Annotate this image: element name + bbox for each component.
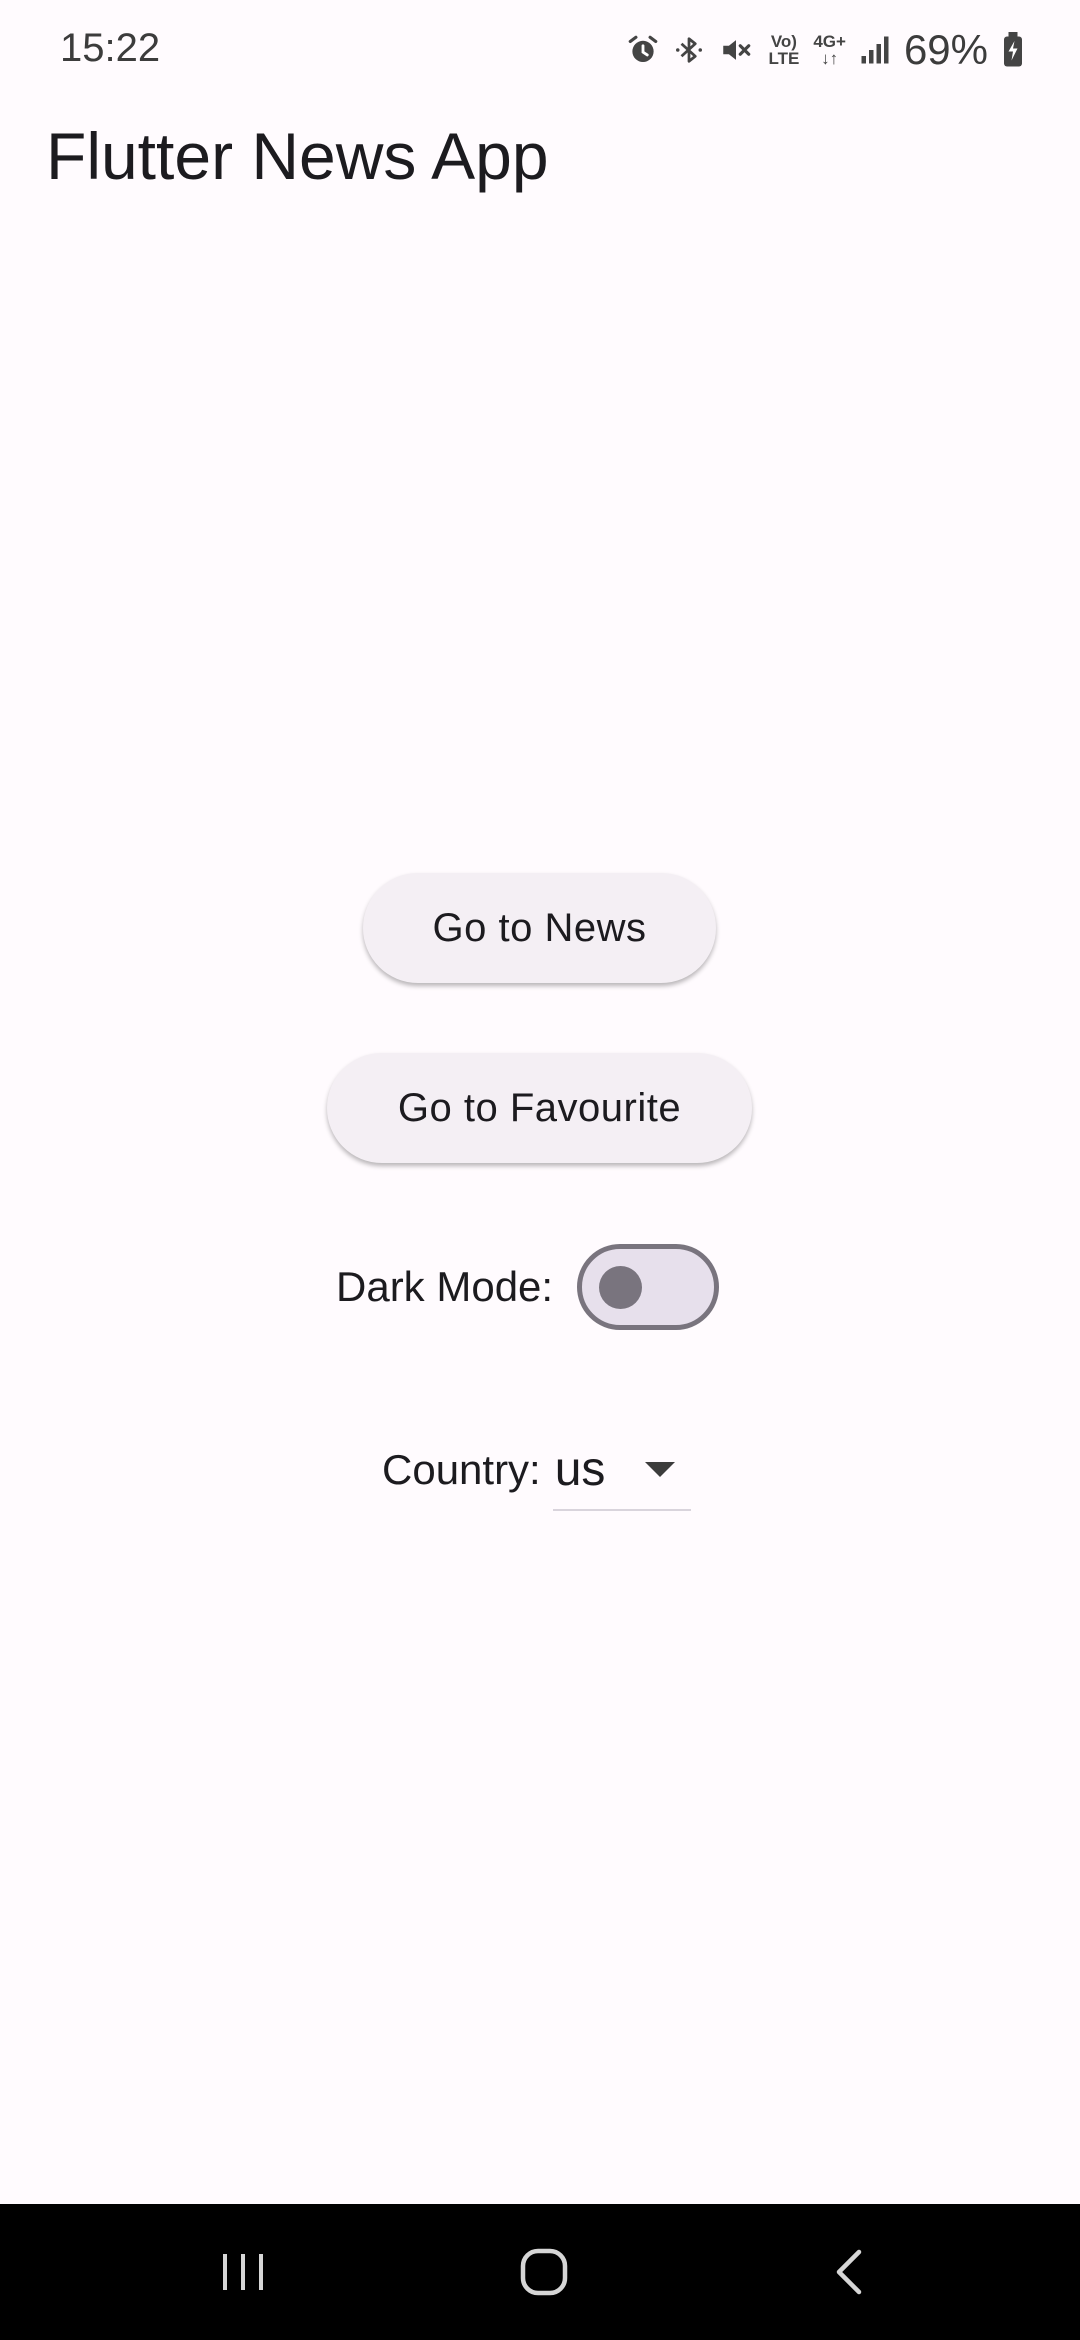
volte-icon: Vo) LTE [768, 32, 800, 68]
country-value: us [554, 1442, 606, 1496]
battery-charging-icon [1002, 32, 1024, 68]
battery-percent: 69% [903, 26, 988, 73]
recent-apps-icon [223, 2254, 263, 2290]
home-icon [520, 2248, 568, 2296]
back-icon [836, 2249, 862, 2295]
dark-mode-switch[interactable] [577, 1244, 720, 1330]
go-to-news-button[interactable]: Go to News [363, 873, 716, 983]
dropdown-arrow-icon [644, 1462, 675, 1477]
recent-apps-button[interactable] [163, 2204, 323, 2340]
status-bar: 15:22 Vo) LTE 4G+ ↓↑ 69% [0, 0, 1080, 100]
app-title: Flutter News App [46, 119, 549, 193]
dark-mode-row: Dark Mode: [336, 1240, 720, 1334]
alarm-icon [626, 33, 660, 67]
status-icons: Vo) LTE 4G+ ↓↑ 69% [626, 22, 1024, 78]
country-label: Country: [382, 1446, 541, 1493]
status-time: 15:22 [60, 26, 161, 70]
back-button[interactable] [770, 2204, 930, 2340]
home-button[interactable] [464, 2204, 624, 2340]
bluetooth-icon [674, 33, 704, 67]
mute-icon [718, 33, 754, 67]
navigation-bar [0, 2204, 1080, 2340]
country-row: Country: us [382, 1429, 691, 1511]
signal-icon [860, 34, 890, 66]
go-to-favourite-button[interactable]: Go to Favourite [327, 1053, 752, 1163]
country-dropdown[interactable]: us [552, 1429, 691, 1511]
dark-mode-label: Dark Mode: [336, 1263, 554, 1310]
4g-plus-icon: 4G+ ↓↑ [813, 32, 846, 68]
switch-thumb [599, 1266, 643, 1309]
